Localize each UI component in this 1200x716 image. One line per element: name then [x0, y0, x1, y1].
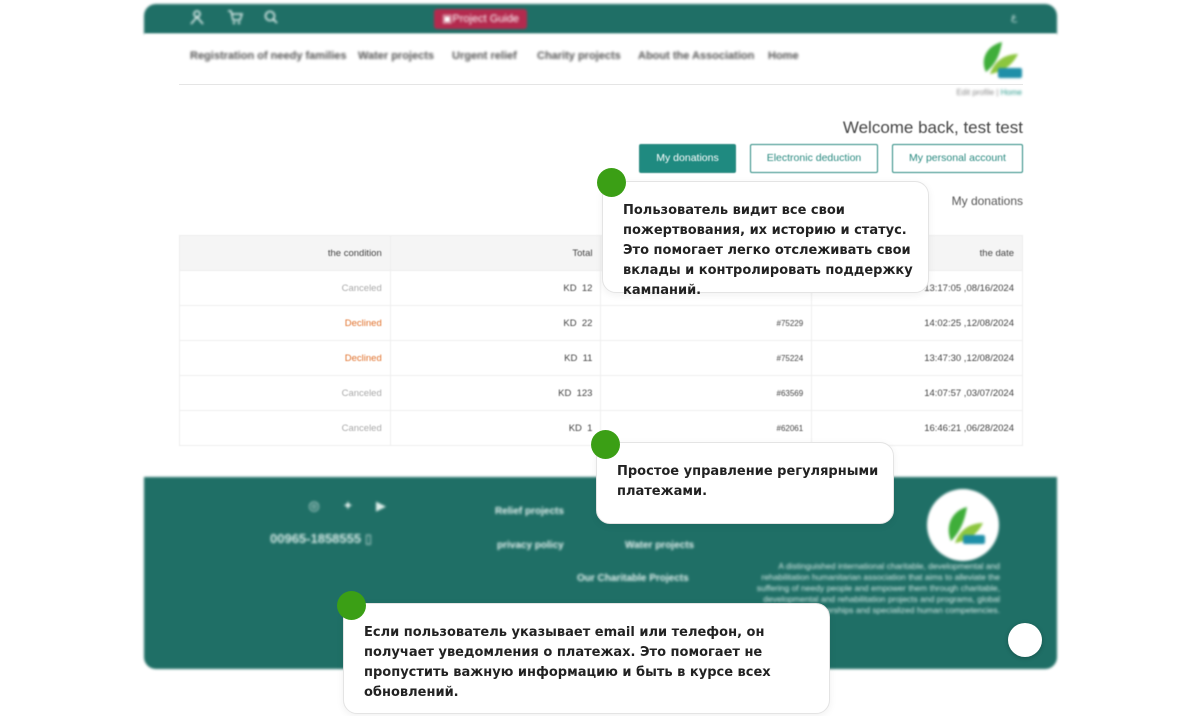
cell-currency: KD: [558, 387, 572, 399]
footer-logo: [927, 489, 999, 561]
guide-book-icon: ▣: [442, 13, 453, 25]
table-row[interactable]: Declined KD 11 #75224 13:47:30 ,12/08/20…: [179, 340, 1023, 376]
main-nav: Registration of needy families Water pro…: [144, 34, 1057, 84]
cell-total: KD 22: [389, 305, 602, 341]
footer-link-water-projects[interactable]: Water projects: [625, 540, 694, 551]
nav-divider: [179, 84, 1023, 85]
footer-phone[interactable]: 00965-1858555 ▯: [270, 531, 372, 547]
breadcrumb-separator: |: [996, 88, 999, 97]
footer-link-privacy-policy[interactable]: privacy policy: [497, 540, 564, 551]
cell-total: KD 123: [389, 375, 602, 411]
youtube-icon[interactable]: ▶: [373, 498, 389, 514]
breadcrumb: Edit profile | Home: [956, 88, 1022, 97]
chat-button[interactable]: [1008, 623, 1042, 657]
footer-phone-number: 00965-1858555: [270, 531, 362, 546]
cell-ref[interactable]: #75224: [600, 340, 813, 376]
footer-link-relief-projects[interactable]: Relief projects: [495, 506, 564, 517]
callout-notifications: Если пользователь указывает email или те…: [343, 603, 830, 714]
cell-currency: KD: [563, 317, 577, 329]
breadcrumb-home[interactable]: Home: [1001, 88, 1022, 97]
cell-date: 14:07:57 ,03/07/2024: [811, 375, 1023, 411]
search-icon[interactable]: [262, 9, 280, 27]
cell-condition: Declined: [179, 305, 391, 341]
tab-my-personal-account[interactable]: My personal account: [892, 144, 1023, 173]
tab-my-donations[interactable]: My donations: [639, 144, 736, 173]
cell-currency: KD: [563, 282, 577, 294]
breadcrumb-current: Edit profile: [956, 88, 995, 97]
cell-currency: KD: [568, 422, 582, 434]
nav-item-home[interactable]: Home: [768, 50, 799, 62]
callout-donations-history: Пользователь видит все свои пожертвовани…: [602, 181, 929, 298]
instagram-icon[interactable]: ◎: [306, 498, 322, 514]
cell-currency: KD: [564, 352, 578, 364]
nav-item-registration[interactable]: Registration of needy families: [190, 50, 346, 62]
top-bar: ▣Project Guide ع: [144, 4, 1057, 34]
nav-item-urgent-relief[interactable]: Urgent relief: [452, 50, 517, 62]
nav-item-charity-projects[interactable]: Charity projects: [537, 50, 621, 62]
cell-total: KD 11: [389, 340, 602, 376]
cell-amount: 11: [582, 352, 593, 364]
cell-condition: Canceled: [179, 270, 391, 306]
twitter-icon[interactable]: ✦: [340, 498, 356, 514]
welcome-heading: Welcome back, test test: [842, 118, 1023, 137]
cell-condition: Canceled: [179, 375, 391, 411]
callout-marker-dot: [597, 168, 626, 197]
user-icon[interactable]: [188, 9, 206, 27]
cell-total: KD 12: [389, 270, 602, 306]
footer-link-charitable-projects[interactable]: Our Charitable Projects: [577, 573, 689, 584]
callout-marker-dot: [337, 591, 366, 620]
table-row[interactable]: Canceled KD 123 #63569 14:07:57 ,03/07/2…: [179, 375, 1023, 411]
mobile-phone-icon: ▯: [364, 531, 372, 546]
header-condition: the condition: [179, 235, 391, 271]
project-guide-button[interactable]: ▣Project Guide: [434, 9, 528, 29]
nav-item-about[interactable]: About the Association: [638, 50, 754, 62]
header-total: Total: [389, 235, 602, 271]
cell-amount: 1: [587, 422, 593, 434]
cell-condition: Declined: [179, 340, 391, 376]
callout-marker-dot: [591, 430, 620, 459]
callout-donations-history-text: Пользователь видит все свои пожертвовани…: [623, 203, 913, 298]
cell-amount: 123: [576, 387, 593, 399]
project-guide-label: Project Guide: [452, 13, 520, 25]
language-switch[interactable]: ع: [1011, 12, 1017, 23]
cell-condition: Canceled: [179, 410, 391, 446]
table-row[interactable]: Declined KD 22 #75229 14:02:25 ,12/08/20…: [179, 305, 1023, 341]
cell-date: 13:47:30 ,12/08/2024: [811, 340, 1023, 376]
cell-ref[interactable]: #62061: [600, 410, 813, 446]
cell-date: 14:02:25 ,12/08/2024: [811, 305, 1023, 341]
cell-date: 16:46:21 ,06/28/2024: [811, 410, 1023, 446]
cell-amount: 22: [581, 317, 593, 329]
callout-recurring-payments-text: Простое управление регулярными платежами…: [617, 464, 879, 499]
cell-ref[interactable]: #63569: [600, 375, 813, 411]
cell-amount: 12: [581, 282, 593, 294]
nav-item-water-projects[interactable]: Water projects: [358, 50, 434, 62]
callout-recurring-payments: Простое управление регулярными платежами…: [596, 442, 894, 524]
cell-total: KD 1: [389, 410, 602, 446]
association-logo[interactable]: [972, 38, 1024, 80]
cell-ref[interactable]: #75229: [600, 305, 813, 341]
cart-icon[interactable]: [226, 9, 244, 27]
callout-notifications-text: Если пользователь указывает email или те…: [364, 625, 771, 700]
tab-electronic-deduction[interactable]: Electronic deduction: [750, 144, 878, 173]
section-title: My donations: [951, 194, 1023, 208]
